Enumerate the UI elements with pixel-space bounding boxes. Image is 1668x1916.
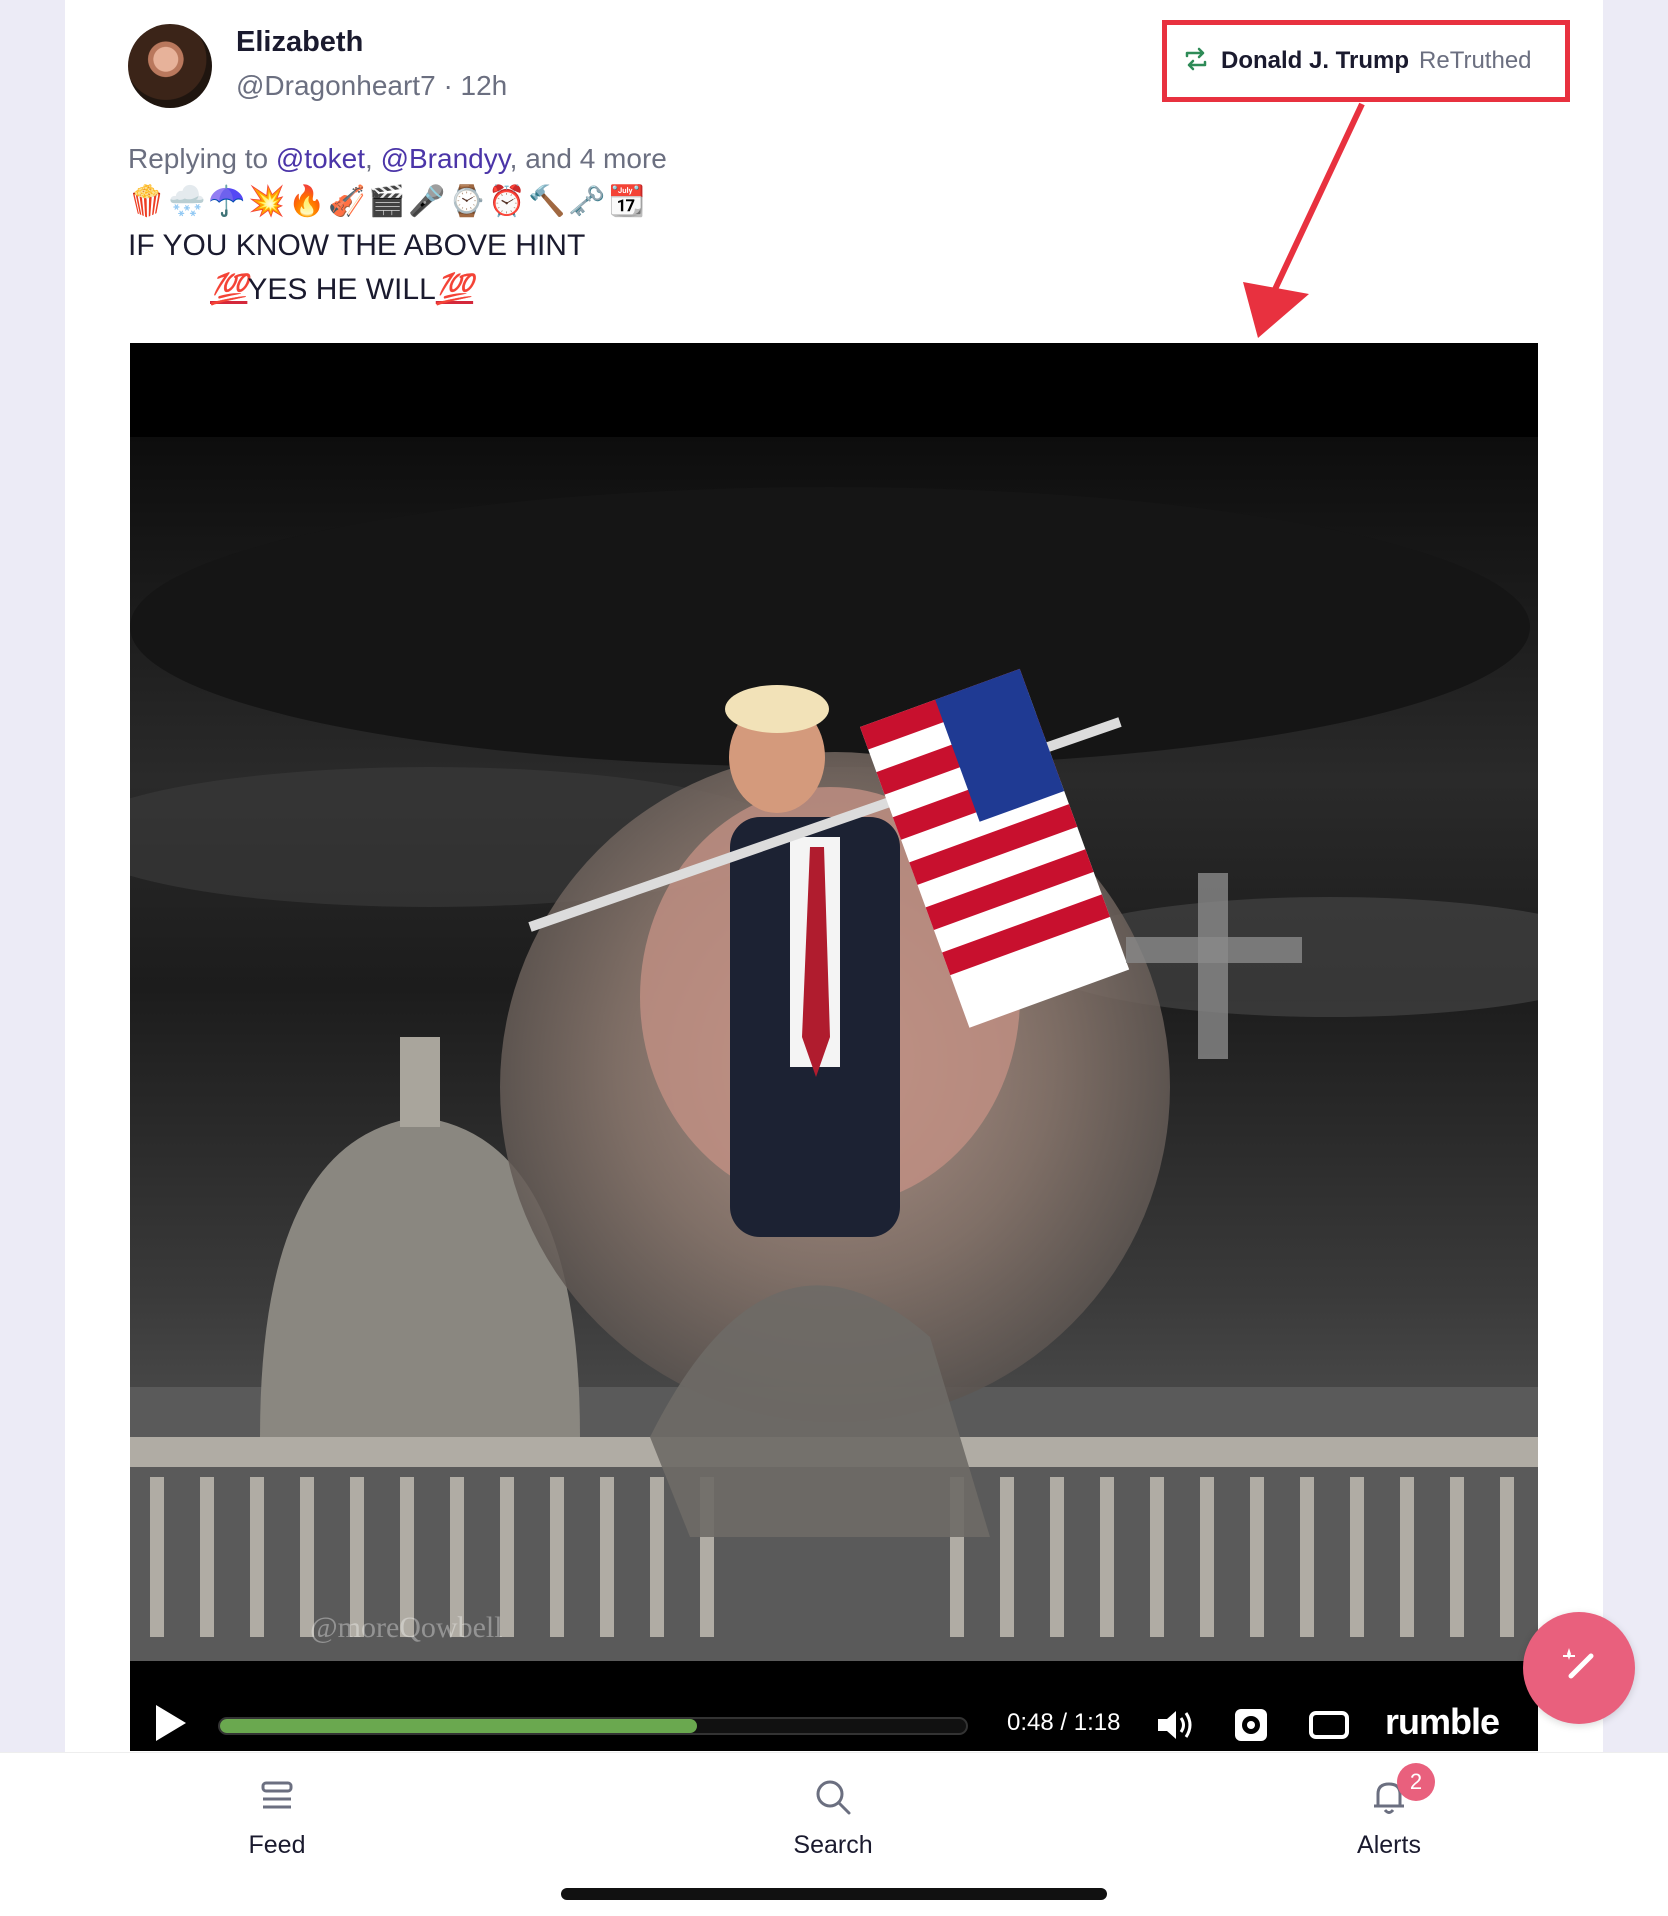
alerts-badge: 2 — [1397, 1763, 1435, 1801]
retruth-label: ReTruthed — [1419, 47, 1532, 74]
progress-bar[interactable] — [218, 1717, 968, 1735]
video-watermark: @moreQowbell — [310, 1611, 503, 1644]
home-indicator[interactable] — [561, 1888, 1107, 1900]
nav-feed[interactable]: Feed — [177, 1775, 377, 1860]
emoji: 🎻 — [328, 185, 366, 218]
post-text-line1: IF YOU KNOW THE ABOVE HINT — [128, 229, 586, 262]
feed-icon — [177, 1775, 377, 1819]
nav-feed-label: Feed — [248, 1831, 306, 1859]
emoji: 🔨 — [528, 185, 566, 218]
video-player[interactable]: @moreQowbell 0:48 / 1:18 rumble — [130, 343, 1538, 1751]
emoji: 🔥 — [288, 185, 326, 218]
emoji: 💥 — [248, 185, 286, 218]
emoji: ⌚ — [448, 185, 486, 218]
compose-button[interactable] — [1523, 1612, 1635, 1724]
settings-icon[interactable] — [1230, 1705, 1272, 1745]
progress-fill — [220, 1719, 698, 1733]
video-still-illustration — [130, 487, 1538, 1661]
hundred-emoji: 💯 — [210, 273, 248, 306]
nav-alerts-label: Alerts — [1357, 1831, 1421, 1859]
hundred-emoji: 💯 — [435, 273, 474, 306]
retruth-name[interactable]: Donald J. Trump — [1221, 47, 1409, 75]
nav-search[interactable]: Search — [733, 1775, 933, 1860]
replying-prefix: Replying to — [128, 143, 269, 174]
replying-to: Replying to @toket, @Brandyy, and 4 more — [128, 143, 667, 175]
replying-suffix[interactable]: , and 4 more — [510, 143, 667, 174]
avatar[interactable] — [128, 24, 212, 108]
emoji: 🎤 — [408, 185, 446, 218]
nav-alerts[interactable]: 2 Alerts — [1289, 1763, 1489, 1860]
volume-icon[interactable] — [1156, 1705, 1198, 1745]
emoji: 🎬 — [368, 185, 406, 218]
comma: , — [365, 143, 373, 174]
retruth-indicator: Donald J. Trump ReTruthed — [1162, 20, 1570, 102]
post-time: · 12h — [443, 70, 508, 101]
emoji: ☂️ — [208, 185, 246, 218]
emoji-hint-row: 🍿 🌨️ ☂️ 💥 🔥 🎻 🎬 🎤 ⌚ ⏰ 🔨 🗝️ 📆 — [128, 182, 646, 222]
video-controls: 0:48 / 1:18 rumble — [130, 1699, 1538, 1751]
post-text-line2: 💯YES HE WILL💯 — [210, 272, 473, 307]
retruth-icon — [1181, 44, 1211, 79]
author-handle[interactable]: @Dragonheart7 — [236, 70, 436, 101]
mention-brandyy[interactable]: @Brandyy — [381, 143, 510, 174]
rumble-logo[interactable]: rumble — [1385, 1701, 1500, 1743]
emoji: 🍿 — [128, 185, 166, 218]
emoji: ⏰ — [488, 185, 526, 218]
author-handle-line: @Dragonheart7 · 12h — [236, 70, 507, 102]
emoji: 🌨️ — [168, 185, 206, 218]
emoji: 🗝️ — [568, 185, 606, 218]
author-name[interactable]: Elizabeth — [236, 26, 363, 59]
search-icon — [733, 1775, 933, 1819]
bell-icon: 2 — [1289, 1763, 1489, 1819]
video-time: 0:48 / 1:18 — [1007, 1709, 1121, 1736]
video-frame[interactable] — [130, 437, 1538, 1661]
theater-mode-icon[interactable] — [1308, 1705, 1350, 1745]
mention-toket[interactable]: @toket — [276, 143, 365, 174]
nav-search-label: Search — [793, 1831, 873, 1859]
play-icon[interactable] — [156, 1705, 186, 1741]
compose-icon — [1559, 1646, 1599, 1691]
emoji: 📆 — [608, 185, 646, 218]
post-text-line2-text: YES HE WILL — [247, 273, 436, 306]
